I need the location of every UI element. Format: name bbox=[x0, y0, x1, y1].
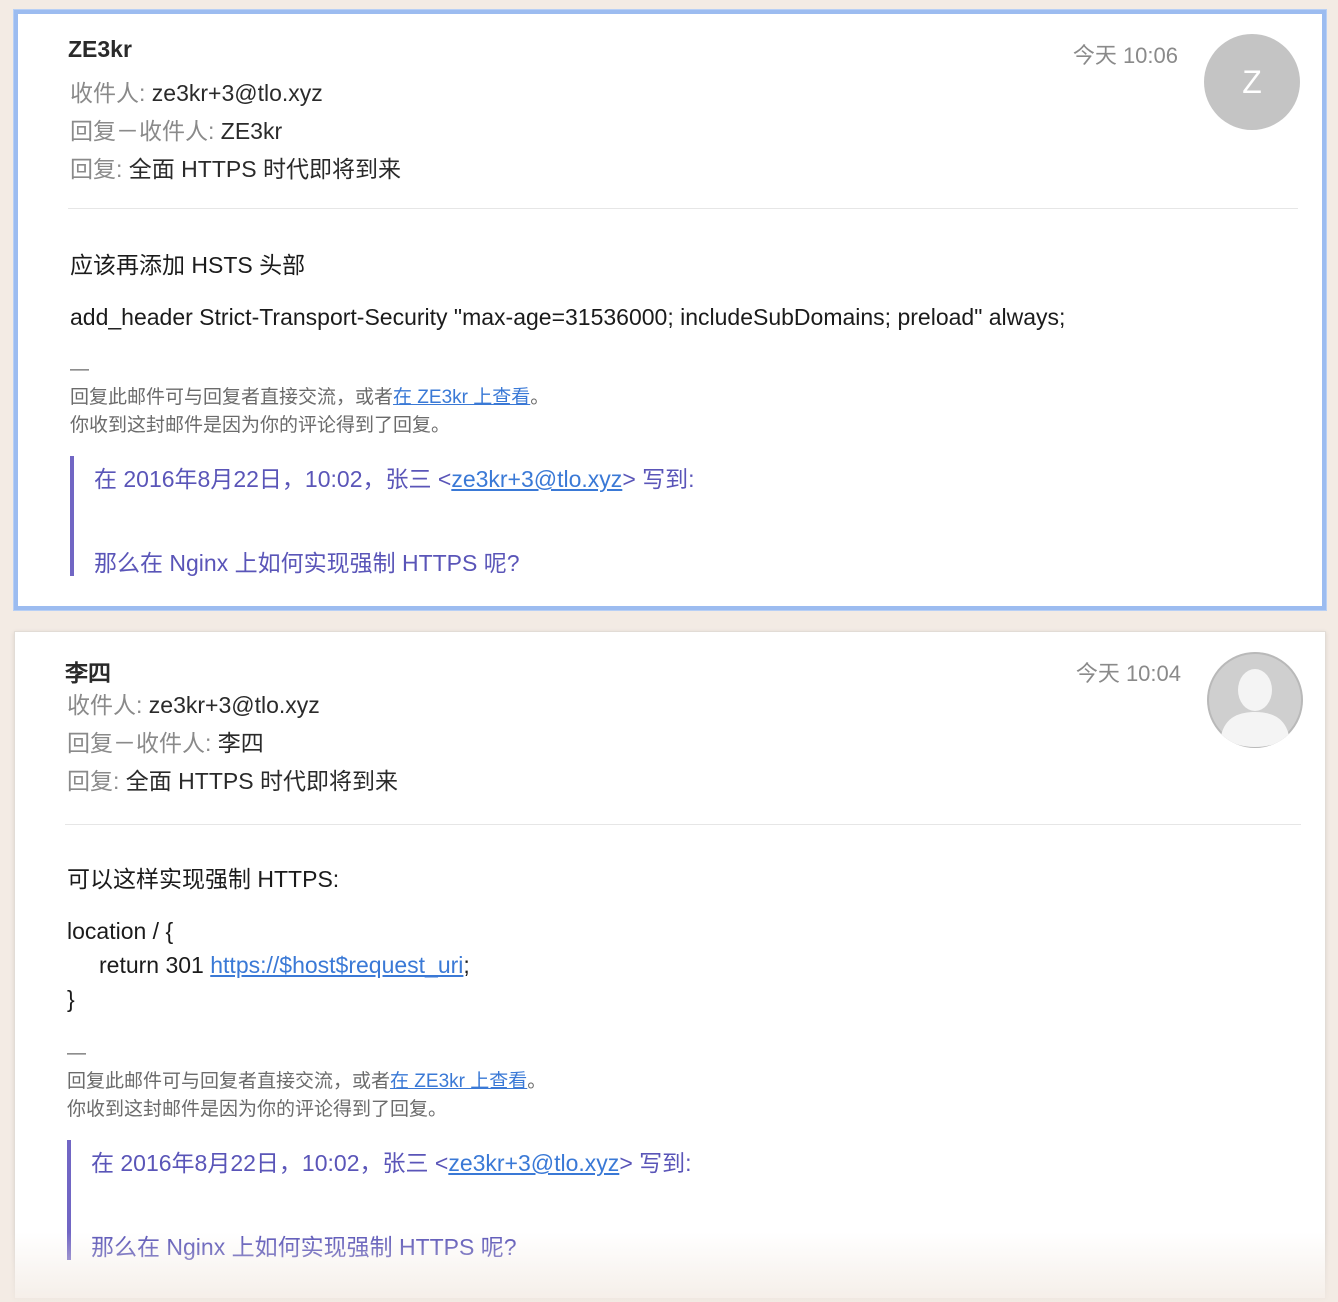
sender-name: ZE3kr bbox=[68, 36, 132, 62]
mail-item[interactable]: 李四 今天 10:04 收件人: ze3kr+3@tlo.xyz 回复－收件人:… bbox=[14, 631, 1326, 1299]
reply-to-label: 回复－收件人: bbox=[70, 118, 215, 144]
avatar-letter: Z bbox=[1242, 63, 1262, 100]
footer-dash: — bbox=[67, 1043, 86, 1064]
body-line: 可以这样实现强制 HTTPS: bbox=[67, 866, 340, 892]
subject-value: 全面 HTTPS 时代即将到来 bbox=[128, 156, 401, 182]
reply-to-line: 回复－收件人: ZE3kr bbox=[70, 112, 282, 146]
to-line: 收件人: ze3kr+3@tlo.xyz bbox=[70, 74, 323, 108]
quoted-reply: 在 2016年8月22日，10:02，张三 <ze3kr+3@tlo.xyz> … bbox=[70, 456, 970, 576]
mail-item-selected[interactable]: ZE3kr 今天 10:06 Z 收件人: ze3kr+3@tlo.xyz 回复… bbox=[14, 10, 1326, 610]
quote-suffix: > 写到: bbox=[619, 1150, 692, 1176]
subject-value: 全面 HTTPS 时代即将到来 bbox=[125, 768, 398, 794]
header-divider bbox=[65, 824, 1301, 825]
footer-text-end: 。 bbox=[527, 1071, 547, 1092]
code-text: return 301 bbox=[99, 952, 211, 978]
footer-line-1: 回复此邮件可与回复者直接交流，或者在 ZE3kr 上查看。 bbox=[70, 384, 549, 412]
to-line: 收件人: ze3kr+3@tlo.xyz bbox=[67, 686, 320, 720]
to-label: 收件人: bbox=[70, 80, 146, 106]
quoted-reply: 在 2016年8月22日，10:02，张三 <ze3kr+3@tlo.xyz> … bbox=[67, 1140, 967, 1260]
quote-text: 那么在 Nginx 上如何实现强制 HTTPS 呢? bbox=[94, 550, 520, 576]
view-on-site-link[interactable]: 在 ZE3kr 上查看 bbox=[390, 1071, 527, 1092]
mail-time: 今天 10:06 bbox=[1072, 43, 1178, 68]
person-silhouette-icon bbox=[1207, 652, 1303, 748]
footer-text: 回复此邮件可与回复者直接交流，或者 bbox=[67, 1071, 391, 1092]
subject-line: 回复: 全面 HTTPS 时代即将到来 bbox=[67, 762, 398, 796]
reply-to-value[interactable]: 李四 bbox=[218, 730, 264, 756]
avatar bbox=[1207, 652, 1303, 748]
code-line-2: return 301 https://$host$request_uri; bbox=[99, 952, 470, 979]
mail-footer: — 回复此邮件可与回复者直接交流，或者在 ZE3kr 上查看。 你收到这封邮件是… bbox=[70, 356, 549, 440]
body-code-line: add_header Strict-Transport-Security "ma… bbox=[70, 304, 1066, 330]
to-label: 收件人: bbox=[67, 692, 143, 718]
footer-line-2: 你收到这封邮件是因为你的评论得到了回复。 bbox=[67, 1099, 448, 1120]
to-value[interactable]: ze3kr+3@tlo.xyz bbox=[149, 692, 320, 718]
quote-header: 在 2016年8月22日，10:02，张三 <ze3kr+3@tlo.xyz> … bbox=[91, 1144, 692, 1178]
sender-name: 李四 bbox=[65, 660, 111, 686]
reply-to-line: 回复－收件人: 李四 bbox=[67, 724, 264, 758]
footer-text: 回复此邮件可与回复者直接交流，或者 bbox=[70, 387, 394, 408]
quote-email-link[interactable]: ze3kr+3@tlo.xyz bbox=[451, 466, 622, 492]
quote-prefix: 在 2016年8月22日，10:02，张三 < bbox=[91, 1150, 449, 1176]
mail-footer: — 回复此邮件可与回复者直接交流，或者在 ZE3kr 上查看。 你收到这封邮件是… bbox=[67, 1040, 546, 1124]
footer-line-2: 你收到这封邮件是因为你的评论得到了回复。 bbox=[70, 415, 451, 436]
header-divider bbox=[68, 208, 1298, 209]
footer-text-end: 。 bbox=[530, 387, 550, 408]
code-line-1: location / { bbox=[67, 918, 174, 944]
subject-label: 回复: bbox=[67, 768, 120, 794]
subject-label: 回复: bbox=[70, 156, 123, 182]
body-line: 应该再添加 HSTS 头部 bbox=[70, 252, 306, 278]
view-on-site-link[interactable]: 在 ZE3kr 上查看 bbox=[393, 387, 530, 408]
to-value[interactable]: ze3kr+3@tlo.xyz bbox=[152, 80, 323, 106]
quote-prefix: 在 2016年8月22日，10:02，张三 < bbox=[94, 466, 452, 492]
footer-line-1: 回复此邮件可与回复者直接交流，或者在 ZE3kr 上查看。 bbox=[67, 1068, 546, 1096]
code-line-3: } bbox=[67, 986, 75, 1012]
reply-to-label: 回复－收件人: bbox=[67, 730, 212, 756]
code-url-link[interactable]: https://$host$request_uri bbox=[210, 952, 463, 978]
code-text-end: ; bbox=[463, 952, 470, 978]
quote-header: 在 2016年8月22日，10:02，张三 <ze3kr+3@tlo.xyz> … bbox=[94, 460, 695, 494]
subject-line: 回复: 全面 HTTPS 时代即将到来 bbox=[70, 150, 401, 184]
quote-suffix: > 写到: bbox=[622, 466, 695, 492]
avatar: Z bbox=[1204, 34, 1300, 130]
quote-text: 那么在 Nginx 上如何实现强制 HTTPS 呢? bbox=[91, 1234, 517, 1260]
mail-time: 今天 10:04 bbox=[1075, 661, 1181, 686]
footer-dash: — bbox=[70, 359, 89, 380]
reply-to-value[interactable]: ZE3kr bbox=[221, 118, 282, 144]
quote-email-link[interactable]: ze3kr+3@tlo.xyz bbox=[448, 1150, 619, 1176]
